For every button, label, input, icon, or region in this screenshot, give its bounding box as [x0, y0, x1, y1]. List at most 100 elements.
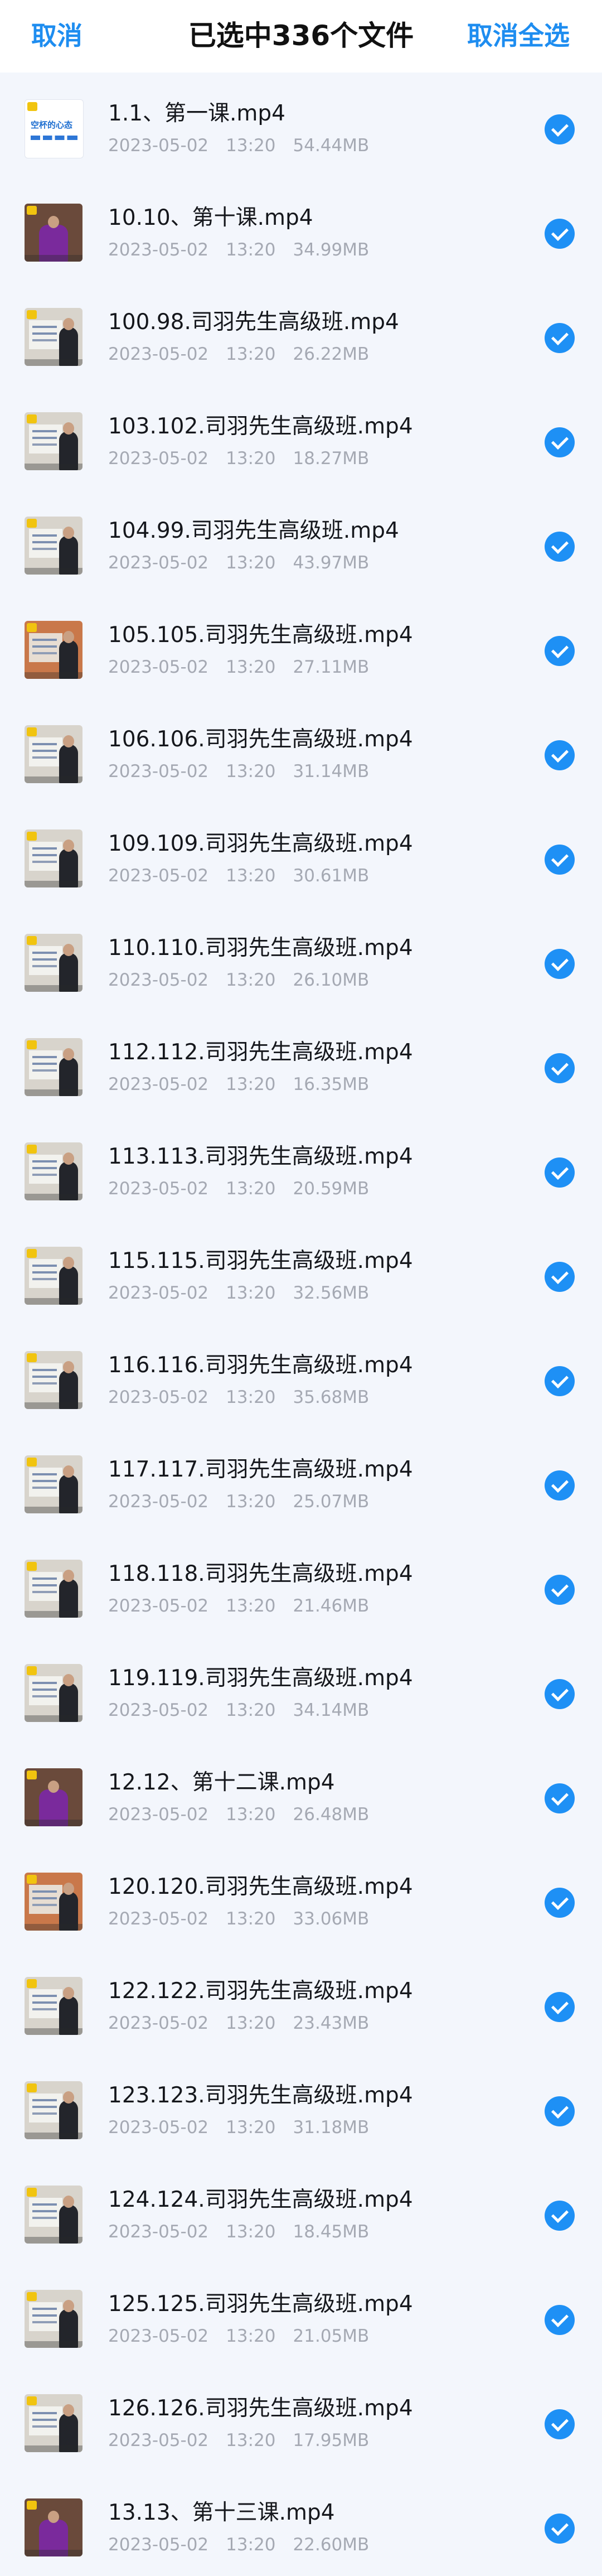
file-date: 2023-05-02 [108, 657, 209, 677]
file-date: 2023-05-02 [108, 2222, 209, 2242]
checkmark-icon[interactable] [545, 636, 575, 666]
video-thumbnail [25, 1038, 82, 1096]
checkmark-icon[interactable] [545, 949, 575, 979]
file-row[interactable]: 10.10、第十课.mp4 2023-05-02 13:20 34.99MB [0, 177, 602, 281]
thumbnail-badge [27, 206, 37, 215]
file-meta: 2023-05-02 13:20 20.59MB [108, 1178, 369, 1200]
file-meta: 2023-05-02 13:20 26.10MB [108, 969, 369, 991]
file-row[interactable]: 109.109.司羽先生高级班.mp4 2023-05-02 13:20 30.6… [0, 803, 602, 907]
subtitle-strip [25, 985, 82, 992]
subtitle-strip [25, 359, 82, 366]
file-meta: 2023-05-02 13:20 43.97MB [108, 552, 369, 574]
file-time: 13:20 [226, 344, 276, 364]
file-time: 13:20 [226, 240, 276, 260]
file-name: 110.110.司羽先生高级班.mp4 [108, 935, 413, 961]
checkmark-icon[interactable] [545, 114, 575, 144]
file-row[interactable]: 116.116.司羽先生高级班.mp4 2023-05-02 13:20 35.6… [0, 1324, 602, 1429]
file-row[interactable]: 112.112.司羽先生高级班.mp4 2023-05-02 13:20 16.3… [0, 1011, 602, 1116]
checkmark-icon[interactable] [545, 1157, 575, 1188]
file-meta: 2023-05-02 13:20 22.60MB [108, 2534, 369, 2556]
checkmark-icon[interactable] [545, 740, 575, 770]
video-thumbnail [25, 1351, 82, 1409]
file-row[interactable]: 115.115.司羽先生高级班.mp4 2023-05-02 13:20 32.5… [0, 1220, 602, 1324]
file-meta: 2023-05-02 13:20 18.45MB [108, 2221, 369, 2243]
file-row[interactable]: 104.99.司羽先生高级班.mp4 2023-05-02 13:20 43.97… [0, 490, 602, 594]
checkmark-icon[interactable] [545, 1053, 575, 1083]
file-time: 13:20 [226, 2222, 276, 2242]
file-size: 34.99MB [293, 240, 370, 260]
checkmark-icon[interactable] [545, 1575, 575, 1605]
whiteboard-image [29, 1259, 62, 1288]
checkmark-icon[interactable] [545, 1470, 575, 1501]
file-size: 16.35MB [293, 1074, 370, 1094]
file-meta: 2023-05-02 13:20 21.05MB [108, 2325, 369, 2347]
file-name: 123.123.司羽先生高级班.mp4 [108, 2083, 413, 2108]
file-time: 13:20 [226, 1700, 276, 1720]
video-thumbnail [25, 725, 82, 783]
checkmark-icon[interactable] [545, 1783, 575, 1813]
file-row[interactable]: 119.119.司羽先生高级班.mp4 2023-05-02 13:20 34.1… [0, 1637, 602, 1742]
thumbnail-badge [27, 519, 37, 528]
file-meta: 2023-05-02 13:20 16.35MB [108, 1073, 369, 1096]
subtitle-strip [25, 1820, 82, 1826]
video-thumbnail [25, 2498, 82, 2556]
checkmark-icon[interactable] [545, 532, 575, 562]
subtitle-strip [25, 1507, 82, 1513]
file-row[interactable]: 123.123.司羽先生高级班.mp4 2023-05-02 13:20 31.1… [0, 2054, 602, 2159]
checkmark-icon[interactable] [545, 323, 575, 353]
file-size: 22.60MB [293, 2535, 370, 2555]
checkmark-icon[interactable] [545, 1366, 575, 1396]
file-row[interactable]: 124.124.司羽先生高级班.mp4 2023-05-02 13:20 18.4… [0, 2159, 602, 2263]
checkmark-icon[interactable] [545, 1992, 575, 2022]
file-row[interactable]: 105.105.司羽先生高级班.mp4 2023-05-02 13:20 27.1… [0, 594, 602, 698]
subtitle-strip [25, 2550, 82, 2556]
file-row[interactable]: 12.12、第十二课.mp4 2023-05-02 13:20 26.48MB [0, 1742, 602, 1846]
file-row[interactable]: 118.118.司羽先生高级班.mp4 2023-05-02 13:20 21.4… [0, 1533, 602, 1637]
checkmark-icon[interactable] [545, 1888, 575, 1918]
subtitle-strip [25, 1194, 82, 1200]
file-size: 18.45MB [293, 2222, 370, 2242]
file-meta: 2023-05-02 13:20 35.68MB [108, 1386, 369, 1408]
file-meta: 2023-05-02 13:20 23.43MB [108, 2012, 369, 2034]
checkmark-icon[interactable] [545, 2201, 575, 2231]
file-name: 125.125.司羽先生高级班.mp4 [108, 2292, 413, 2317]
file-meta: 2023-05-02 13:20 17.95MB [108, 2429, 369, 2452]
file-row[interactable]: 117.117.司羽先生高级班.mp4 2023-05-02 13:20 25.0… [0, 1429, 602, 1533]
video-thumbnail [25, 2394, 82, 2452]
file-meta: 2023-05-02 13:20 34.99MB [108, 239, 369, 261]
checkmark-icon[interactable] [545, 219, 575, 249]
thumbnail-badge [27, 623, 37, 632]
whiteboard-image [29, 1989, 62, 2018]
file-time: 13:20 [226, 866, 276, 886]
checkmark-icon[interactable] [545, 2096, 575, 2126]
file-row[interactable]: 125.125.司羽先生高级班.mp4 2023-05-02 13:20 21.0… [0, 2263, 602, 2367]
file-row[interactable]: 110.110.司羽先生高级班.mp4 2023-05-02 13:20 26.1… [0, 907, 602, 1011]
checkmark-icon[interactable] [545, 2305, 575, 2335]
file-row[interactable]: 122.122.司羽先生高级班.mp4 2023-05-02 13:20 23.4… [0, 1950, 602, 2054]
file-time: 13:20 [226, 1387, 276, 1407]
file-row[interactable]: 空杯的心态 1.1、第一课.mp4 2023-05-02 13:20 54.44MB [0, 73, 602, 177]
file-date: 2023-05-02 [108, 1700, 209, 1720]
file-row[interactable]: 103.102.司羽先生高级班.mp4 2023-05-02 13:20 18.2… [0, 385, 602, 490]
checkmark-icon[interactable] [545, 427, 575, 457]
checkmark-icon[interactable] [545, 1679, 575, 1709]
video-thumbnail [25, 1768, 82, 1826]
file-row[interactable]: 113.113.司羽先生高级班.mp4 2023-05-02 13:20 20.5… [0, 1116, 602, 1220]
file-row[interactable]: 13.13、第十三课.mp4 2023-05-02 13:20 22.60MB [0, 2472, 602, 2576]
file-date: 2023-05-02 [108, 2430, 209, 2450]
file-list: 空杯的心态 1.1、第一课.mp4 2023-05-02 13:20 54.44MB… [0, 73, 602, 2576]
checkmark-icon[interactable] [545, 2409, 575, 2439]
file-row[interactable]: 120.120.司羽先生高级班.mp4 2023-05-02 13:20 33.0… [0, 1846, 602, 1950]
file-row[interactable]: 126.126.司羽先生高级班.mp4 2023-05-02 13:20 17.9… [0, 2367, 602, 2472]
checkmark-icon[interactable] [545, 2514, 575, 2544]
checkmark-icon[interactable] [545, 845, 575, 875]
file-row[interactable]: 100.98.司羽先生高级班.mp4 2023-05-02 13:20 26.22… [0, 281, 602, 385]
file-meta: 2023-05-02 13:20 18.27MB [108, 447, 369, 470]
file-row[interactable]: 106.106.司羽先生高级班.mp4 2023-05-02 13:20 31.1… [0, 698, 602, 803]
file-date: 2023-05-02 [108, 240, 209, 260]
checkmark-icon[interactable] [545, 1262, 575, 1292]
subtitle-strip [25, 255, 82, 262]
file-time: 13:20 [226, 657, 276, 677]
deselect-all-button[interactable]: 取消全选 [467, 20, 570, 51]
whiteboard-image [29, 2302, 62, 2331]
